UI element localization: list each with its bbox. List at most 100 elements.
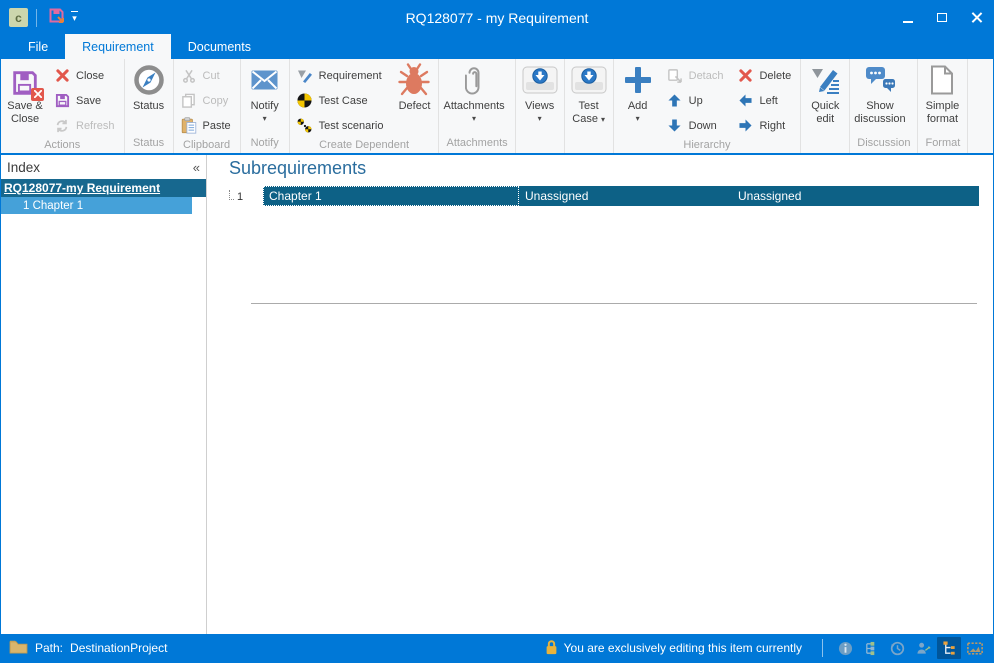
delete-button[interactable]: Delete [731, 63, 799, 88]
group-label-create-dependent: Create Dependent [291, 138, 438, 153]
close-button[interactable]: Close [48, 63, 123, 88]
tab-documents[interactable]: Documents [171, 34, 268, 59]
views-button[interactable]: Views [517, 60, 563, 136]
ribbon: Save & Close Close [1, 59, 993, 155]
save-button[interactable]: Save [48, 88, 123, 113]
table-row: 1 Chapter 1 Unassigned Unassigned [207, 186, 993, 206]
copy-label: Copy [203, 95, 229, 107]
arrow-down-icon [666, 119, 684, 132]
cell-title[interactable]: Chapter 1 [263, 186, 519, 206]
status-button[interactable]: Status [126, 60, 172, 136]
create-test-case-label: Test Case [319, 95, 368, 107]
show-discussion-label-1: Show [866, 100, 894, 113]
attachments-dropdown-caret-icon [472, 113, 476, 123]
sidebar-item-root-requirement[interactable]: RQ128077-my Requirement [1, 179, 206, 197]
cut-button[interactable]: Cut [175, 63, 239, 88]
simple-format-button[interactable]: Simple format [919, 60, 965, 136]
tab-requirement[interactable]: Requirement [65, 34, 171, 59]
app-icon[interactable]: c [9, 8, 28, 27]
tab-file[interactable]: File [11, 34, 65, 59]
create-test-scenario-button[interactable]: Test scenario [291, 113, 392, 138]
views-dropdown-caret-icon [538, 113, 542, 123]
group-label-format: Format [919, 136, 966, 153]
subrequirement-row[interactable]: Chapter 1 Unassigned Unassigned [263, 186, 979, 206]
move-up-button[interactable]: Up [661, 88, 732, 113]
maximize-button[interactable] [925, 1, 959, 34]
test-case-view-button[interactable]: Test Case [566, 60, 612, 136]
views-icon [522, 66, 558, 99]
sidebar-collapse-button[interactable]: « [193, 160, 200, 175]
tree-structure-button[interactable] [937, 637, 961, 659]
index-sidebar: Index « RQ128077-my Requirement 1 Chapte… [1, 155, 207, 634]
notify-button[interactable]: Notify [242, 60, 288, 136]
create-requirement-button[interactable]: Requirement [291, 63, 392, 88]
quick-edit-button[interactable]: Quick edit [802, 60, 848, 136]
statusbar-separator [822, 639, 823, 657]
save-and-close-button[interactable]: Save & Close [2, 60, 48, 138]
row-index: 1 [207, 190, 263, 203]
org-structure-button[interactable] [859, 637, 883, 659]
delete-x-icon [736, 69, 754, 82]
delete-label: Delete [759, 70, 791, 82]
copy-icon [180, 93, 198, 108]
minimize-button[interactable] [891, 1, 925, 34]
move-down-label: Down [689, 120, 717, 132]
detach-icon [666, 68, 684, 83]
move-right-button[interactable]: Right [731, 113, 799, 138]
close-red-icon [53, 69, 71, 82]
section-divider [251, 303, 977, 304]
show-discussion-button[interactable]: Show discussion [851, 60, 908, 136]
cell-assignee[interactable]: Unassigned [519, 186, 732, 206]
history-button[interactable] [885, 637, 909, 659]
paste-label: Paste [203, 120, 231, 132]
simple-format-label-2: format [927, 113, 958, 126]
create-test-scenario-label: Test scenario [319, 120, 384, 132]
test-case-icon [296, 93, 314, 108]
ribbon-group-discussion: Show discussion Discussion [850, 59, 918, 153]
paste-button[interactable]: Paste [175, 113, 239, 138]
detach-button[interactable]: Detach [661, 63, 732, 88]
exclusive-edit-message: You are exclusively editing this item cu… [564, 641, 802, 655]
simple-format-label-1: Simple [926, 100, 960, 113]
add-plus-icon [624, 66, 652, 99]
info-button[interactable] [833, 637, 857, 659]
ribbon-group-test-case: Test Case [565, 59, 614, 153]
move-up-label: Up [689, 95, 703, 107]
subrequirements-panel: Subrequirements 1 Chapter 1 Unassigned U… [207, 155, 993, 634]
refresh-button[interactable]: Refresh [48, 113, 123, 138]
refresh-label: Refresh [76, 120, 115, 132]
quick-edit-icon [809, 64, 841, 101]
attachments-button[interactable]: Attachments [440, 60, 507, 136]
cell-status[interactable]: Unassigned [732, 186, 979, 206]
ribbon-group-format: Simple format Format [918, 59, 968, 153]
quick-save-button[interactable] [45, 7, 67, 29]
titlebar-separator [36, 9, 37, 27]
page-title: Subrequirements [229, 158, 993, 179]
status-compass-icon [133, 64, 165, 101]
tree-guide-icon [229, 190, 234, 200]
move-down-button[interactable]: Down [661, 113, 732, 138]
create-defect-button[interactable]: Defect [391, 60, 437, 138]
views-label: Views [525, 100, 554, 113]
status-bar: Path: DestinationProject You are exclusi… [1, 634, 993, 662]
move-left-button[interactable]: Left [731, 88, 799, 113]
ribbon-group-views: Views [516, 59, 565, 153]
detach-label: Detach [689, 70, 724, 82]
add-button[interactable]: Add [615, 60, 661, 138]
group-label-hierarchy: Hierarchy [615, 138, 800, 153]
ribbon-group-quick-edit: Quick edit [801, 59, 850, 153]
ribbon-group-attachments: Attachments Attachments [439, 59, 515, 153]
window-controls [891, 1, 993, 34]
path-value: DestinationProject [70, 641, 167, 655]
copy-button[interactable]: Copy [175, 88, 239, 113]
sidebar-item-chapter[interactable]: 1 Chapter 1 [1, 197, 192, 214]
qat-customize-button[interactable]: ▾ [71, 11, 78, 24]
paste-icon [180, 117, 198, 134]
preview-frame-button[interactable] [963, 637, 987, 659]
group-label-notify: Notify [242, 136, 288, 153]
user-edit-button[interactable] [911, 637, 935, 659]
create-test-case-button[interactable]: Test Case [291, 88, 392, 113]
test-scenario-icon [296, 118, 314, 133]
close-window-button[interactable] [959, 1, 993, 34]
folder-icon [9, 639, 28, 657]
